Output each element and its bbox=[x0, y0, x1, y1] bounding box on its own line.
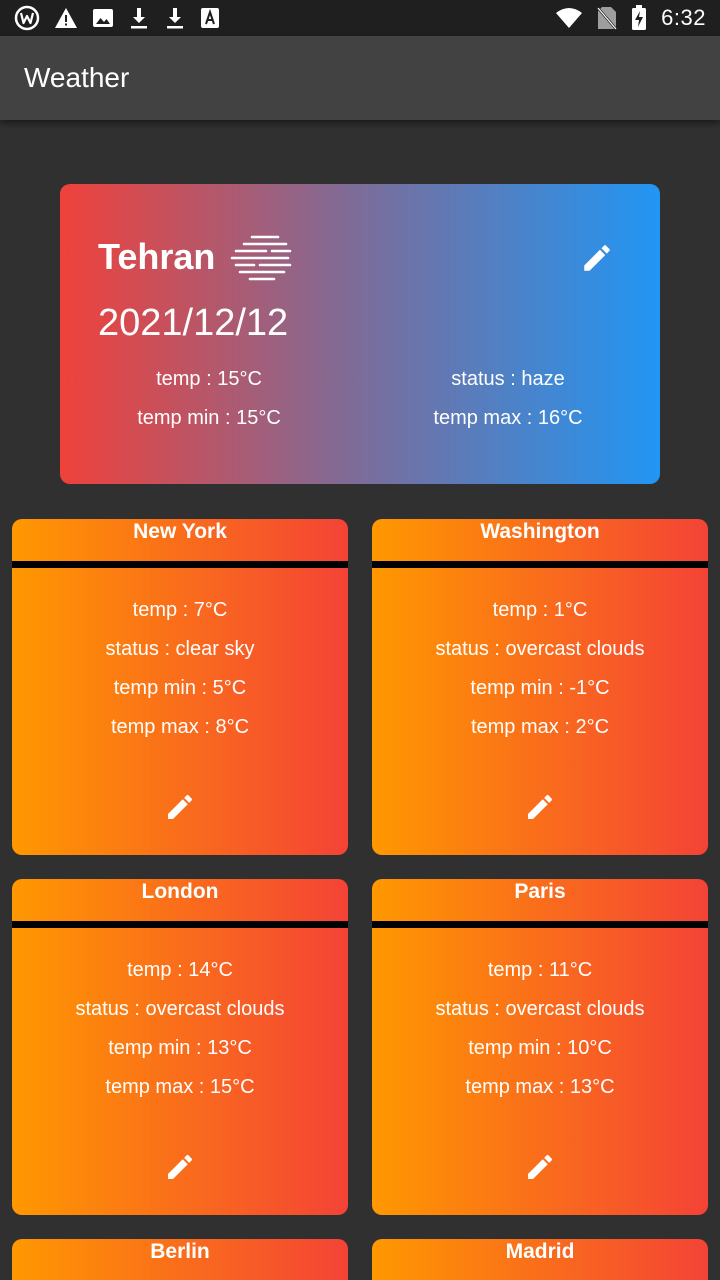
app-bar: Weather bbox=[0, 36, 720, 120]
city-name: Paris bbox=[514, 880, 566, 903]
city-status: status : clear sky bbox=[105, 638, 255, 660]
download-icon bbox=[167, 8, 183, 29]
main-temp-max: temp max : 16°C bbox=[433, 407, 583, 429]
app-w-icon bbox=[14, 5, 40, 31]
city-name: Berlin bbox=[150, 1240, 210, 1263]
battery-charging-icon bbox=[632, 5, 647, 30]
card-divider bbox=[12, 561, 348, 568]
card-divider bbox=[12, 921, 348, 928]
city-name: New York bbox=[133, 520, 227, 543]
city-temp-min: temp min : 13°C bbox=[108, 1037, 252, 1059]
city-status: status : overcast clouds bbox=[435, 638, 645, 660]
city-name: London bbox=[141, 880, 219, 903]
city-card-berlin[interactable]: Berlin bbox=[12, 1239, 348, 1280]
card-divider bbox=[372, 561, 708, 568]
pencil-icon[interactable] bbox=[580, 241, 614, 275]
no-sim-icon bbox=[597, 7, 618, 30]
main-city-card[interactable]: Tehran 2021/12/12 temp : 15°C status : h… bbox=[60, 184, 660, 484]
app-title: Weather bbox=[24, 62, 130, 93]
pencil-icon[interactable] bbox=[524, 791, 556, 823]
city-status: status : overcast clouds bbox=[435, 998, 645, 1020]
city-temp: temp : 14°C bbox=[127, 959, 233, 981]
status-bar: 6:32 bbox=[0, 0, 720, 36]
pencil-icon[interactable] bbox=[524, 1151, 556, 1183]
city-temp-min: temp min : 10°C bbox=[468, 1037, 612, 1059]
main-date: 2021/12/12 bbox=[98, 302, 289, 344]
clock: 6:32 bbox=[661, 5, 706, 30]
city-temp-min: temp min : 5°C bbox=[113, 677, 247, 699]
city-temp-max: temp max : 15°C bbox=[105, 1076, 255, 1098]
wifi-icon bbox=[556, 8, 583, 28]
main-temp: temp : 15°C bbox=[156, 368, 262, 390]
city-temp-min: temp min : -1°C bbox=[470, 677, 610, 699]
card-divider bbox=[372, 921, 708, 928]
city-card-paris[interactable]: Paris temp : 11°C status : overcast clou… bbox=[372, 879, 708, 1215]
city-card-london[interactable]: London temp : 14°C status : overcast clo… bbox=[12, 879, 348, 1215]
pencil-icon[interactable] bbox=[164, 791, 196, 823]
city-temp-max: temp max : 13°C bbox=[465, 1076, 615, 1098]
city-card-washington[interactable]: Washington temp : 1°C status : overcast … bbox=[372, 519, 708, 855]
city-temp: temp : 1°C bbox=[492, 599, 588, 621]
main-status: status : haze bbox=[451, 368, 565, 390]
city-name: Washington bbox=[480, 520, 600, 543]
city-temp: temp : 11°C bbox=[487, 959, 593, 981]
main-city-name: Tehran bbox=[98, 236, 216, 277]
city-temp-max: temp max : 8°C bbox=[110, 716, 250, 738]
pencil-icon[interactable] bbox=[164, 1151, 196, 1183]
haze-icon bbox=[230, 235, 292, 281]
city-name: Madrid bbox=[505, 1240, 575, 1263]
main-temp-min: temp min : 15°C bbox=[137, 407, 281, 429]
warning-icon bbox=[55, 8, 77, 28]
image-icon bbox=[93, 9, 113, 27]
city-temp: temp : 7°C bbox=[132, 599, 228, 621]
city-status: status : overcast clouds bbox=[75, 998, 285, 1020]
download-icon bbox=[131, 8, 147, 29]
city-card-new-york[interactable]: New York temp : 7°C status : clear sky t… bbox=[12, 519, 348, 855]
city-card-madrid[interactable]: Madrid bbox=[372, 1239, 708, 1280]
text-a-icon bbox=[201, 8, 219, 28]
city-temp-max: temp max : 2°C bbox=[470, 716, 610, 738]
